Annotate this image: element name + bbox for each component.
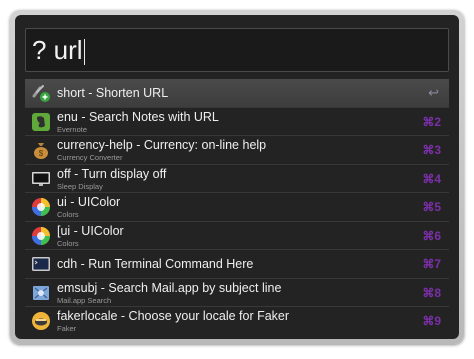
result-subtitle: Currency Converter — [57, 153, 123, 162]
link-shortener-icon — [31, 83, 51, 103]
result-title: off - Turn display off — [57, 166, 167, 181]
search-field[interactable]: ? url — [25, 28, 449, 72]
svg-text:$: $ — [39, 149, 44, 158]
result-row-enu[interactable]: enu - Search Notes with URL Evernote ⌘2 — [25, 108, 449, 136]
result-title: emsubj - Search Mail.app by subject line — [57, 280, 282, 295]
evernote-icon — [31, 112, 51, 132]
result-subtitle: Sleep Display — [57, 181, 103, 191]
text-caret — [83, 39, 85, 66]
search-input[interactable]: ? url — [32, 33, 85, 67]
mail-icon — [31, 283, 51, 303]
result-subtitle: Evernote — [57, 124, 88, 134]
result-shortcut: ⌘9 — [422, 314, 441, 328]
result-shortcut: ⌘5 — [422, 200, 441, 214]
result-title: currency-help - Currency: on-line help — [57, 138, 267, 152]
result-row-off[interactable]: off - Turn display off Sleep Display ⌘4 — [25, 165, 449, 193]
result-title: short - Shorten URL — [57, 86, 169, 100]
result-shortcut: ⌘8 — [422, 285, 441, 300]
terminal-icon — [31, 254, 51, 274]
result-row-ui[interactable]: ui - UIColor Colors ⌘5 — [25, 193, 449, 222]
result-row-short[interactable]: short - Shorten URL ↩ — [25, 79, 449, 108]
result-shortcut: ⌘6 — [422, 228, 441, 243]
search-query-text: ? url — [32, 35, 83, 65]
results-list: short - Shorten URL ↩ enu - Search Notes… — [25, 79, 449, 336]
result-subtitle: Mail.app Search — [57, 295, 112, 305]
return-key-icon: ↩ — [428, 85, 439, 100]
alfred-panel: ? url short - Shorten URL ↩ enu - Search… — [15, 15, 459, 339]
result-subtitle: Faker — [57, 324, 77, 333]
result-row-cdh[interactable]: cdh - Run Terminal Command Here ⌘7 — [25, 250, 449, 279]
color-wheel-icon — [31, 197, 51, 217]
result-row-emsubj[interactable]: emsubj - Search Mail.app by subject line… — [25, 279, 449, 307]
result-title: cdh - Run Terminal Command Here — [57, 257, 254, 271]
result-shortcut: ⌘2 — [422, 114, 441, 129]
alfred-window: ? url short - Shorten URL ↩ enu - Search… — [10, 10, 464, 344]
faker-icon — [31, 311, 51, 331]
money-bag-icon: $ — [31, 140, 51, 160]
result-row-currency-help[interactable]: $ currency-help - Currency: on-line help… — [25, 136, 449, 165]
result-shortcut: ⌘7 — [422, 257, 441, 271]
result-title: fakerlocale - Choose your locale for Fak… — [57, 309, 290, 323]
result-subtitle: Colors — [57, 238, 79, 248]
result-title: [ui - UIColor — [57, 223, 124, 238]
color-wheel-icon — [31, 226, 51, 246]
result-row-fakerlocale[interactable]: fakerlocale - Choose your locale for Fak… — [25, 307, 449, 336]
result-shortcut: ⌘4 — [422, 171, 441, 186]
result-shortcut: ⌘3 — [422, 143, 441, 157]
monitor-icon — [31, 169, 51, 189]
result-title: enu - Search Notes with URL — [57, 109, 219, 124]
result-title: ui - UIColor — [57, 195, 121, 209]
result-row-ui-bracket[interactable]: [ui - UIColor Colors ⌘6 — [25, 222, 449, 250]
result-subtitle: Colors — [57, 210, 79, 219]
